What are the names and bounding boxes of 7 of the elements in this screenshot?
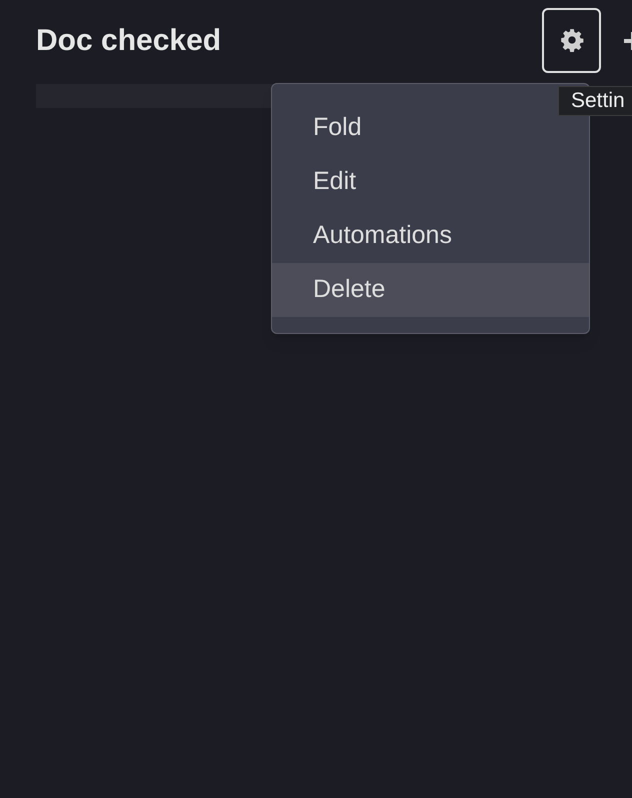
menu-item[interactable]: Delete xyxy=(272,263,589,317)
settings-button[interactable] xyxy=(542,8,601,72)
menu-item[interactable]: Edit xyxy=(272,155,589,209)
menu-item[interactable]: Automations xyxy=(272,209,589,263)
page-title: Doc checked xyxy=(36,26,222,56)
tooltip: Settin xyxy=(558,86,632,116)
settings-icon xyxy=(558,27,584,53)
